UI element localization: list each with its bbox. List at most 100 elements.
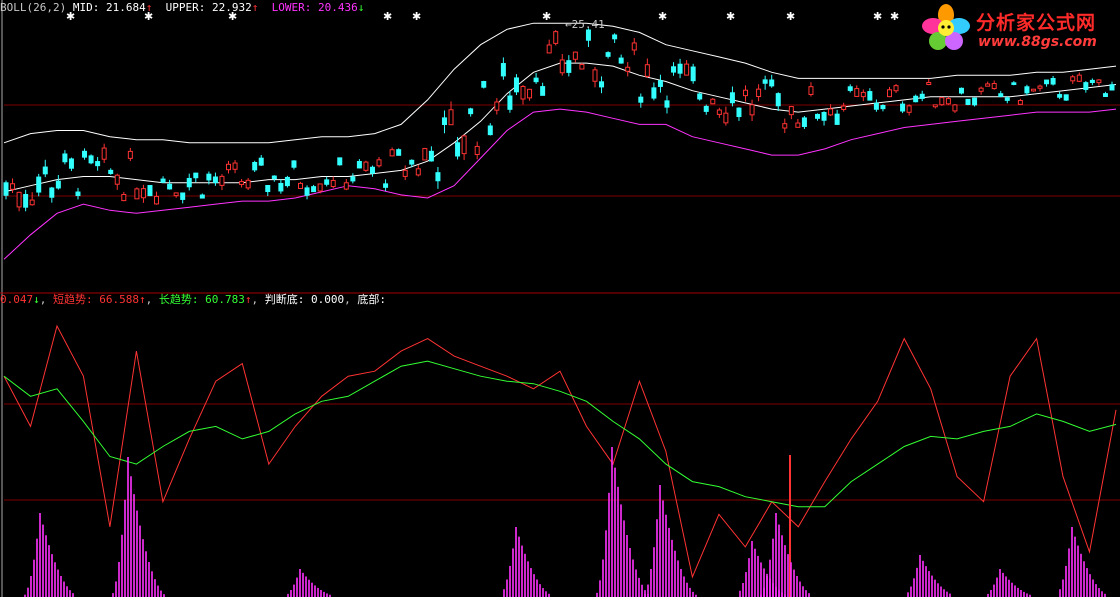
- candle-body: [546, 44, 552, 54]
- candle-body: [815, 113, 821, 119]
- candle-body: [644, 64, 650, 77]
- candle-body: [671, 66, 677, 73]
- candle-body: [297, 182, 303, 189]
- candle-body: [743, 89, 749, 97]
- candle-body: [841, 105, 847, 110]
- candle-body: [952, 104, 958, 112]
- candle-body: [108, 169, 114, 174]
- lower-value: 20.436: [317, 1, 358, 14]
- short-trend-up-arrow-icon: ↑: [139, 293, 146, 306]
- lower-down-arrow-icon: ↓: [357, 1, 365, 14]
- candle-body: [972, 97, 978, 106]
- candle-body: [134, 188, 140, 200]
- candle-body: [605, 52, 611, 57]
- candle-body: [1044, 79, 1050, 85]
- signal-marker-icon: ✱: [726, 10, 735, 23]
- candle-body: [795, 122, 801, 128]
- boll-indicator-name: BOLL(26,2): [0, 1, 67, 14]
- candle-body: [376, 159, 382, 167]
- candle-body: [88, 155, 94, 164]
- candle-body: [167, 183, 173, 190]
- candle-body: [1037, 85, 1043, 89]
- candle-body: [206, 173, 212, 181]
- upper-value: 22.932: [211, 1, 252, 14]
- first-down-arrow-icon: ↓: [33, 293, 40, 306]
- candle-body: [186, 177, 192, 188]
- candle-body: [435, 172, 441, 182]
- candle-body: [801, 117, 807, 127]
- candle-body: [664, 100, 670, 108]
- candle-body: [507, 95, 513, 110]
- upper-label: UPPER:: [165, 1, 212, 14]
- first-value: 0.047: [0, 293, 34, 306]
- candle-body: [808, 86, 814, 95]
- candle-body: [1089, 79, 1095, 83]
- candle-body: [847, 86, 853, 91]
- candle-body: [939, 97, 945, 106]
- candle-body: [311, 186, 317, 193]
- trend-legend: 0.047↓, 短趋势: 66.588↑, 长趋势: 60.783↑, 判断底:…: [0, 293, 386, 306]
- candle-body: [154, 195, 160, 205]
- long-trend-up-arrow-icon: ↑: [244, 293, 252, 306]
- candle-body: [729, 92, 735, 104]
- candle-body: [559, 59, 565, 74]
- candle-body: [788, 106, 794, 116]
- candle-body: [834, 113, 840, 125]
- signal-marker-icon: ✱: [412, 10, 421, 23]
- candle-body: [23, 194, 29, 208]
- candle-body: [369, 166, 375, 174]
- candle-body: [75, 191, 81, 197]
- candle-body: [95, 161, 101, 167]
- candle-body: [441, 117, 447, 125]
- candle-body: [402, 169, 408, 177]
- candle-body: [854, 88, 860, 97]
- candle-body: [769, 79, 775, 87]
- boll-mid-line: [3, 62, 1117, 193]
- candle-body: [625, 66, 631, 72]
- candle-body: [330, 179, 336, 188]
- candle-body: [173, 192, 179, 197]
- candle-body: [284, 176, 290, 187]
- candle-body: [945, 98, 951, 105]
- signal-marker-icon: ✱: [873, 10, 882, 23]
- max-price-annotation: ←25.41: [565, 18, 605, 31]
- candle-body: [147, 185, 153, 197]
- candle-body: [756, 88, 762, 97]
- signal-marker-icon: ✱: [786, 10, 795, 23]
- candle-body: [657, 80, 663, 87]
- candle-body: [690, 66, 696, 82]
- candle-body: [572, 51, 578, 60]
- site-logo: 分析家公式网 www.88gs.com: [918, 2, 1118, 54]
- judge-bottom-label: 判断底:: [264, 293, 311, 306]
- candle-body: [415, 168, 421, 176]
- signal-marker-icon: ✱: [658, 10, 667, 23]
- candle-body: [1083, 82, 1089, 90]
- candle-body: [978, 87, 984, 92]
- candle-body: [926, 81, 932, 86]
- candle-body: [821, 112, 827, 121]
- candle-body: [1024, 86, 1030, 94]
- candle-body: [540, 86, 546, 96]
- candle-body: [16, 191, 22, 208]
- candle-body: [1109, 84, 1115, 91]
- candle-body: [468, 108, 474, 115]
- candle-body: [396, 149, 402, 156]
- flower-logo-icon: [922, 4, 970, 50]
- candle-body: [127, 150, 133, 159]
- candle-body: [245, 179, 251, 189]
- candle-body: [409, 159, 415, 165]
- logo-url: www.88gs.com: [978, 34, 1097, 50]
- candle-body: [513, 77, 519, 93]
- upper-up-arrow-icon: ↑: [251, 1, 259, 14]
- candle-body: [389, 149, 395, 157]
- candle-body: [736, 107, 742, 118]
- candle-body: [985, 83, 991, 87]
- candle-body: [703, 105, 709, 112]
- candle-body: [448, 109, 454, 126]
- lower-label: LOWER:: [271, 1, 318, 14]
- candle-body: [1070, 76, 1076, 82]
- candle-body: [592, 69, 598, 82]
- candle-body: [160, 178, 166, 183]
- candle-body: [1030, 88, 1036, 92]
- signal-marker-icon: ✱: [890, 10, 899, 23]
